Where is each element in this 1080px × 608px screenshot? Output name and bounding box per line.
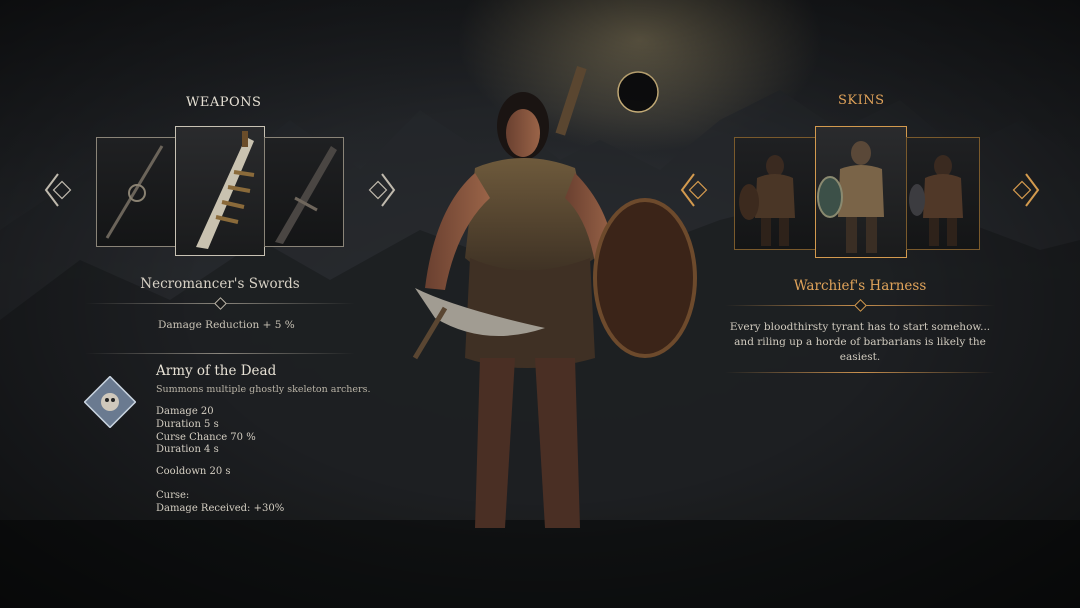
skins-next-arrow[interactable] [1010,170,1040,210]
skin-card-warchiefs-harness[interactable] [815,126,907,258]
weapon-stat: Damage Reduction + 5 % [158,319,295,331]
ability-description: Summons multiple ghostly skeleton archer… [156,384,371,395]
curse-label: Curse: [156,490,190,501]
weapon-name: Necromancer's Swords [140,276,300,292]
skin-figure-icon [817,141,884,253]
ability-stats: Damage 20 Duration 5 s Curse Chance 70 %… [156,406,256,457]
ability-stat: Curse Chance 70 % [156,431,256,443]
skin-card-right[interactable] [906,137,980,250]
weapons-prev-arrow[interactable] [44,170,74,210]
ability-stat: Damage 20 [156,406,214,417]
ability-name: Army of the Dead [156,363,277,379]
ability-stat: Duration 5 s [156,418,219,430]
curse-effect: Damage Received: +30% [156,502,285,514]
necromancer-sword-icon [196,131,255,249]
skin-figure-icon [909,155,963,246]
staff-weapon-icon [105,145,164,239]
skins-prev-arrow[interactable] [680,170,710,210]
ability-stat: Duration 4 s [156,444,219,456]
skins-title: SKINS [838,93,885,108]
barbarian-hero [412,66,697,528]
weapons-title: WEAPONS [186,95,262,110]
army-of-the-dead-icon [84,376,136,428]
skin-card-left[interactable] [734,137,816,250]
skin-figure-icon [739,155,795,246]
weapon-card-staff[interactable] [96,137,176,247]
weapons-next-arrow[interactable] [366,170,396,210]
ability-cooldown: Cooldown 20 s [156,466,231,477]
skin-name: Warchief's Harness [793,278,927,294]
weapon-card-necromancer-swords[interactable] [175,126,265,256]
skin-description: Every bloodthirsty tyrant has to start s… [729,321,991,363]
ability-divider [85,353,355,354]
dark-sword-icon [275,146,337,244]
weapon-card-dark-sword[interactable] [264,137,344,247]
skin-bottom-divider [725,372,995,373]
ability-curse: Curse: Damage Received: +30% [156,490,284,516]
